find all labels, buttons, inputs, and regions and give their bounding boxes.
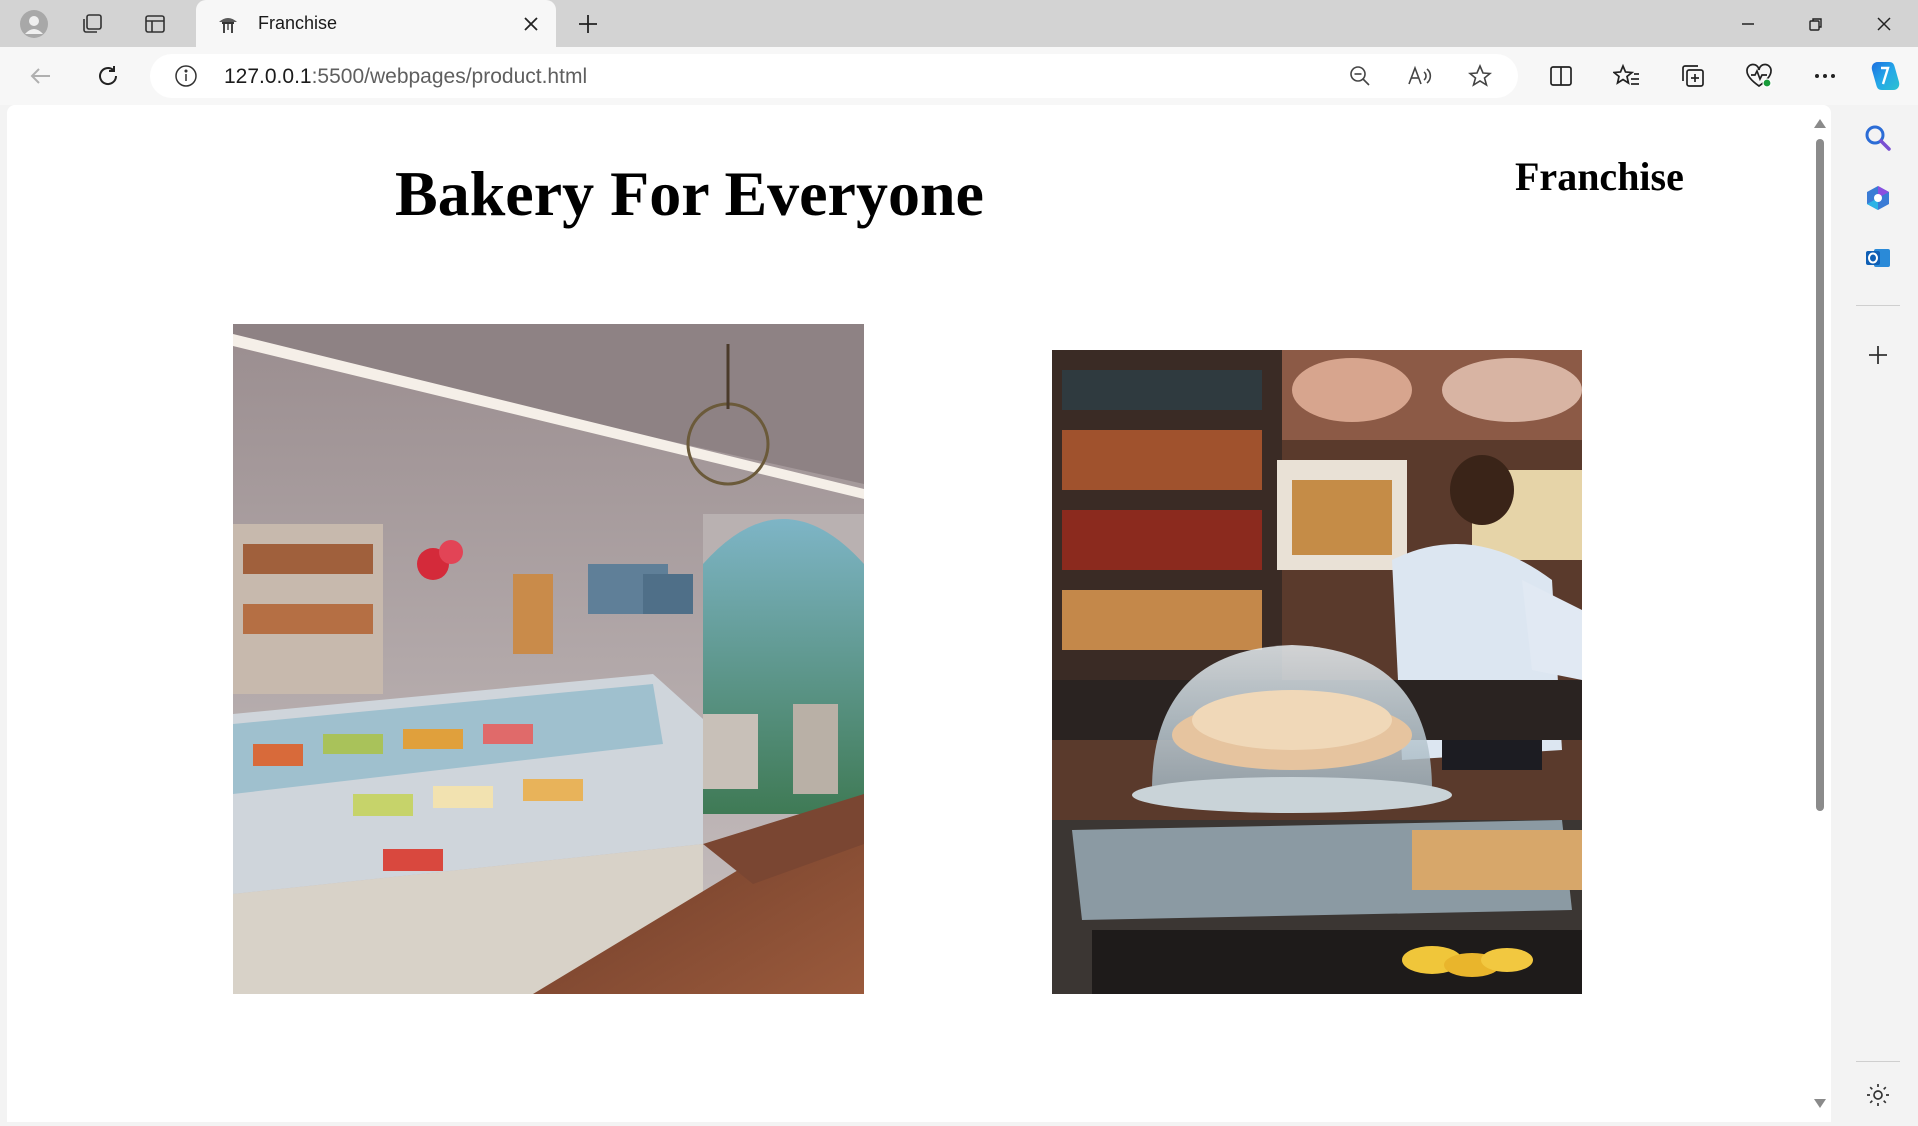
settings-icon[interactable] bbox=[1860, 1077, 1896, 1113]
microsoft365-icon[interactable] bbox=[1860, 180, 1896, 216]
favorite-star-icon[interactable] bbox=[1466, 62, 1494, 90]
refresh-icon[interactable] bbox=[91, 59, 125, 93]
edge-sidebar bbox=[1838, 105, 1918, 1126]
title-bar: Franchise bbox=[0, 0, 1918, 47]
url-text[interactable]: 127.0.0.1:5500/webpages/product.html bbox=[224, 65, 587, 89]
favorites-icon[interactable] bbox=[1610, 59, 1644, 93]
collections-icon[interactable] bbox=[1676, 59, 1710, 93]
scroll-thumb[interactable] bbox=[1816, 139, 1824, 811]
url-host: 127.0.0.1 bbox=[224, 65, 312, 88]
close-window-icon[interactable] bbox=[1850, 0, 1918, 47]
sidebar-divider bbox=[1856, 305, 1900, 306]
more-icon[interactable] bbox=[1808, 59, 1842, 93]
search-icon[interactable] bbox=[1860, 120, 1896, 156]
address-bar[interactable]: 127.0.0.1:5500/webpages/product.html bbox=[150, 54, 1518, 98]
new-tab-icon[interactable] bbox=[572, 8, 604, 40]
zoom-out-icon[interactable] bbox=[1346, 62, 1374, 90]
tab-franchise[interactable]: Franchise bbox=[196, 0, 556, 47]
vertical-tabs-icon[interactable] bbox=[139, 8, 171, 40]
copilot-icon[interactable] bbox=[1869, 59, 1903, 93]
site-info-icon[interactable] bbox=[174, 64, 198, 88]
sidebar-divider-bottom bbox=[1856, 1061, 1900, 1062]
page-scrollbar[interactable] bbox=[1809, 105, 1831, 1122]
bakery-interior-photo bbox=[233, 324, 864, 994]
url-path: :5500/webpages/product.html bbox=[311, 65, 588, 88]
browser-toolbar: 127.0.0.1:5500/webpages/product.html bbox=[0, 47, 1918, 105]
bakery-counter-photo bbox=[1052, 350, 1582, 994]
minimize-icon[interactable] bbox=[1714, 0, 1782, 47]
read-aloud-icon[interactable] bbox=[1406, 62, 1434, 90]
page-viewport: Bakery For Everyone Franchise bbox=[7, 105, 1831, 1122]
scroll-up-arrow-icon[interactable] bbox=[1814, 119, 1826, 128]
add-icon[interactable] bbox=[1860, 337, 1896, 373]
restore-icon[interactable] bbox=[1782, 0, 1850, 47]
workspaces-icon[interactable] bbox=[76, 8, 108, 40]
close-tab-icon[interactable] bbox=[518, 11, 544, 37]
profile-avatar-icon[interactable] bbox=[18, 8, 50, 40]
browser-essentials-icon[interactable] bbox=[1742, 59, 1776, 93]
page-heading: Bakery For Everyone bbox=[395, 158, 984, 229]
tab-title: Franchise bbox=[258, 13, 338, 33]
outlook-icon[interactable] bbox=[1860, 240, 1896, 276]
split-screen-icon[interactable] bbox=[1544, 59, 1578, 93]
back-icon[interactable] bbox=[24, 59, 58, 93]
bakery-favicon-icon bbox=[214, 10, 242, 38]
franchise-nav-link[interactable]: Franchise bbox=[1515, 153, 1684, 200]
scroll-down-arrow-icon[interactable] bbox=[1814, 1099, 1826, 1108]
